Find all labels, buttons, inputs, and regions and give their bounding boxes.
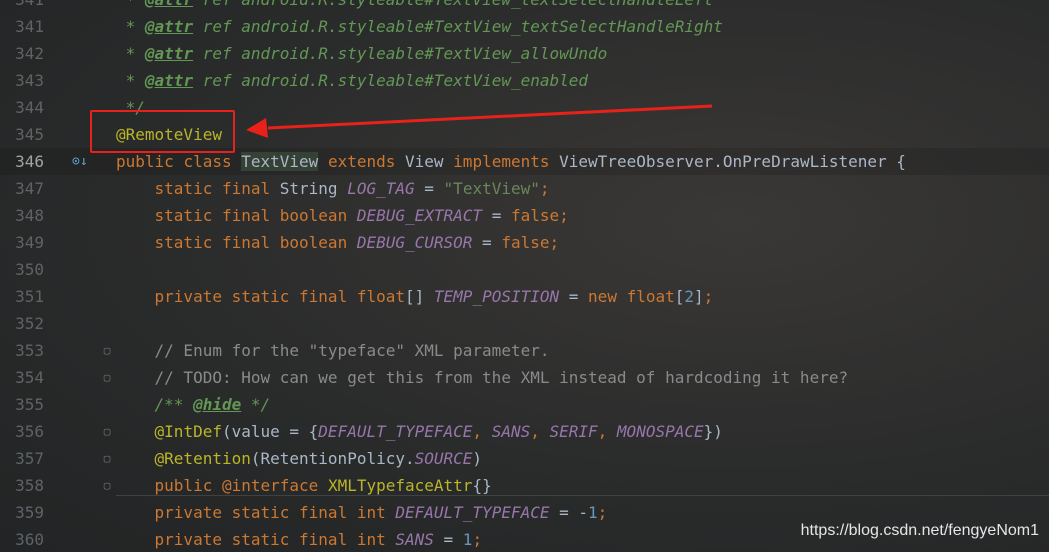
code-editor[interactable]: 341 * @attr ref android.R.styleable#Text… — [0, 0, 1049, 552]
watermark: https://blog.csdn.net/fengyeNom1 — [800, 522, 1039, 539]
annotation-arrow — [246, 104, 713, 138]
